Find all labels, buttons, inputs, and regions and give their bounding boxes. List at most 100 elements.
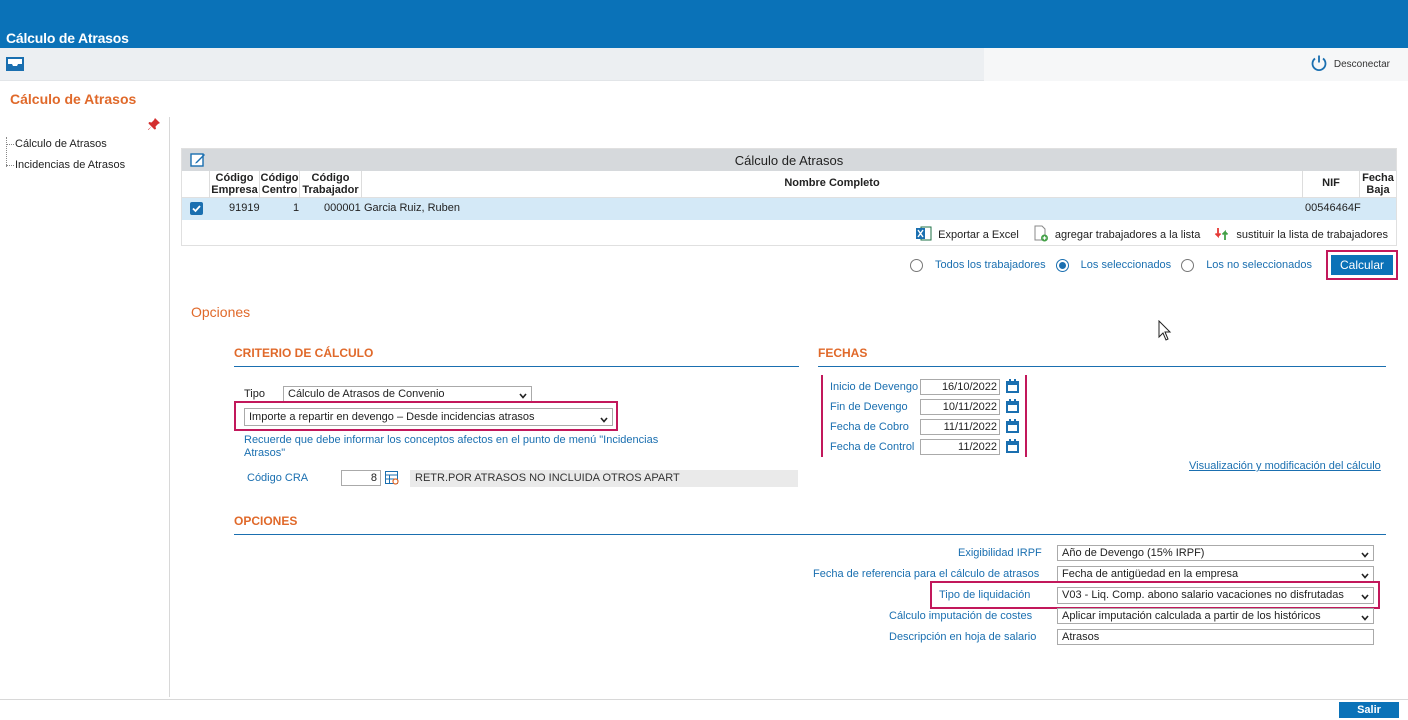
- logout-label: Desconectar: [1333, 59, 1390, 70]
- replace-workers-button[interactable]: sustituir la lista de trabajadores: [1214, 226, 1388, 245]
- toolbar: Desconectar: [0, 48, 1408, 81]
- inicio-devengo-label: Inicio de Devengo: [830, 381, 919, 393]
- title-bar: Cálculo de Atrasos: [0, 0, 1408, 48]
- fecha-control-input[interactable]: 11/2022: [920, 439, 1000, 455]
- radio-todos-label: Todos los trabajadores: [934, 259, 1046, 271]
- tipo-select[interactable]: Cálculo de Atrasos de Convenio: [283, 386, 532, 402]
- cell-codigo-centro: 1: [293, 202, 300, 214]
- export-excel-button[interactable]: Exportar a Excel: [916, 226, 1019, 244]
- power-icon: [1310, 54, 1328, 75]
- imputacion-costes-select[interactable]: Aplicar imputación calculada a partir de…: [1057, 608, 1374, 624]
- pin-icon[interactable]: [147, 117, 161, 134]
- grid-header: Cálculo de Atrasos: [182, 149, 1396, 171]
- opciones-section-header: OPCIONES: [234, 514, 1386, 535]
- inicio-devengo-input[interactable]: 16/10/2022: [920, 379, 1000, 395]
- codigo-cra-label: Código CRA: [247, 472, 309, 484]
- codigo-cra-description: RETR.POR ATRASOS NO INCLUIDA OTROS APART: [410, 470, 798, 487]
- calcular-button[interactable]: Calcular: [1330, 255, 1393, 275]
- codigo-cra-input[interactable]: 8: [341, 470, 381, 486]
- descripcion-hoja-label: Descripción en hoja de salario: [889, 631, 1037, 643]
- fecha-cobro-input[interactable]: 11/11/2022: [920, 419, 1000, 435]
- salir-button[interactable]: Salir: [1339, 702, 1399, 718]
- grid-title: Cálculo de Atrasos: [734, 153, 844, 168]
- imputacion-costes-value: Aplicar imputación calculada a partir de…: [1062, 610, 1321, 622]
- calcular-highlight: Calcular: [1325, 250, 1398, 280]
- table-row[interactable]: 91919 1 000001 Garcia Ruiz, Ruben 005464…: [182, 198, 1396, 220]
- add-workers-label: agregar trabajadores a la lista: [1054, 229, 1201, 241]
- imputacion-costes-label: Cálculo imputación de costes: [889, 610, 1033, 622]
- replace-workers-label: sustituir la lista de trabajadores: [1236, 229, 1388, 241]
- radio-los-no-seleccionados[interactable]: Los no seleccionados: [1181, 258, 1312, 272]
- logout-button[interactable]: Desconectar: [1310, 54, 1390, 75]
- selection-options: Todos los trabajadores Los seleccionados…: [909, 250, 1398, 280]
- swap-arrows-icon: [1214, 226, 1230, 245]
- cell-nombre-completo: Garcia Ruiz, Ruben: [364, 202, 460, 214]
- fechas-header: FECHAS: [818, 346, 1386, 367]
- tipo-liquidacion-select[interactable]: V03 - Liq. Comp. abono salario vacacione…: [1057, 587, 1374, 604]
- add-document-icon: [1033, 225, 1049, 245]
- tipo-select-value: Cálculo de Atrasos de Convenio: [288, 388, 445, 400]
- inbox-home-icon[interactable]: [4, 54, 26, 74]
- calendar-icon[interactable]: [1006, 379, 1019, 393]
- page-title: Cálculo de Atrasos: [10, 91, 137, 107]
- grid-actions: Exportar a Excel agregar trabajadores a …: [182, 223, 1396, 247]
- chevron-down-icon: [600, 413, 608, 423]
- fecha-referencia-select[interactable]: Fecha de antigüedad en la empresa: [1057, 566, 1374, 582]
- sidebar-item-calculo-atrasos[interactable]: Cálculo de Atrasos: [6, 137, 125, 158]
- row-checkbox[interactable]: [190, 202, 203, 218]
- exigibilidad-irpf-value: Año de Devengo (15% IRPF): [1062, 547, 1205, 559]
- bottom-bar: Salir: [0, 699, 1408, 720]
- add-workers-button[interactable]: agregar trabajadores a la lista: [1033, 225, 1201, 245]
- chevron-down-icon: [1361, 612, 1369, 621]
- column-codigo-trabajador[interactable]: Código Trabajador: [300, 171, 362, 198]
- tipo-label: Tipo: [244, 388, 265, 400]
- mouse-cursor-icon: [1158, 319, 1172, 345]
- excel-icon: [916, 226, 932, 244]
- chevron-down-icon: [519, 390, 527, 399]
- radio-no-seleccionados-label: Los no seleccionados: [1206, 259, 1312, 271]
- cell-codigo-trabajador: 000001: [324, 202, 361, 214]
- grid-column-headers: Código Empresa Código Centro Código Trab…: [182, 171, 1396, 198]
- chevron-down-icon: [1361, 549, 1369, 558]
- column-fecha-baja[interactable]: Fecha Baja: [1360, 171, 1396, 198]
- visualizacion-calculo-link[interactable]: Visualización y modificación del cálculo: [1189, 460, 1381, 472]
- tipo-liquidacion-value: V03 - Liq. Comp. abono salario vacacione…: [1062, 589, 1344, 601]
- criterio-calculo-header: CRITERIO DE CÁLCULO: [234, 346, 799, 367]
- chevron-down-icon: [1361, 570, 1369, 579]
- cell-nif: 00546464F: [1305, 202, 1361, 214]
- modo-select[interactable]: Importe a repartir en devengo – Desde in…: [244, 408, 613, 426]
- export-excel-label: Exportar a Excel: [938, 229, 1019, 241]
- column-nif[interactable]: NIF: [1303, 171, 1360, 198]
- radio-seleccionados-dot[interactable]: [1055, 258, 1069, 272]
- calendar-icon[interactable]: [1006, 419, 1019, 433]
- chevron-down-icon: [1361, 591, 1369, 600]
- radio-no-seleccionados-dot[interactable]: [1181, 258, 1195, 272]
- workers-grid: Cálculo de Atrasos Código Empresa Código…: [181, 148, 1397, 246]
- radio-todos-dot[interactable]: [909, 258, 923, 272]
- incidencias-note: Recuerde que debe informar los conceptos…: [244, 434, 659, 459]
- exigibilidad-irpf-label: Exigibilidad IRPF: [958, 547, 1042, 559]
- column-select: [182, 171, 210, 198]
- descripcion-hoja-input[interactable]: Atrasos: [1057, 629, 1374, 645]
- column-nombre-completo[interactable]: Nombre Completo: [362, 171, 1303, 198]
- calendar-icon[interactable]: [1006, 439, 1019, 453]
- sidebar-tree: Cálculo de Atrasos Incidencias de Atraso…: [6, 137, 125, 179]
- sidebar-item-incidencias-atrasos[interactable]: Incidencias de Atrasos: [6, 158, 125, 179]
- modo-select-value: Importe a repartir en devengo – Desde in…: [249, 411, 535, 423]
- cell-codigo-empresa: 91919: [229, 202, 260, 214]
- opciones-title: Opciones: [191, 304, 251, 320]
- fecha-referencia-label: Fecha de referencia para el cálculo de a…: [813, 568, 1040, 580]
- lookup-table-icon[interactable]: [385, 471, 400, 489]
- radio-los-seleccionados[interactable]: Los seleccionados: [1055, 258, 1171, 272]
- fin-devengo-input[interactable]: 10/11/2022: [920, 399, 1000, 415]
- radio-todos-trabajadores[interactable]: Todos los trabajadores: [909, 258, 1046, 272]
- column-codigo-empresa[interactable]: Código Empresa: [210, 171, 260, 198]
- column-codigo-centro[interactable]: Código Centro: [260, 171, 300, 198]
- tipo-liquidacion-label: Tipo de liquidación: [939, 589, 1031, 601]
- fecha-referencia-value: Fecha de antigüedad en la empresa: [1062, 568, 1239, 580]
- calendar-icon[interactable]: [1006, 399, 1019, 413]
- fin-devengo-label: Fin de Devengo: [830, 401, 908, 413]
- exigibilidad-irpf-select[interactable]: Año de Devengo (15% IRPF): [1057, 545, 1374, 561]
- sidebar: Cálculo de Atrasos Incidencias de Atraso…: [0, 117, 170, 697]
- fecha-cobro-label: Fecha de Cobro: [830, 421, 909, 433]
